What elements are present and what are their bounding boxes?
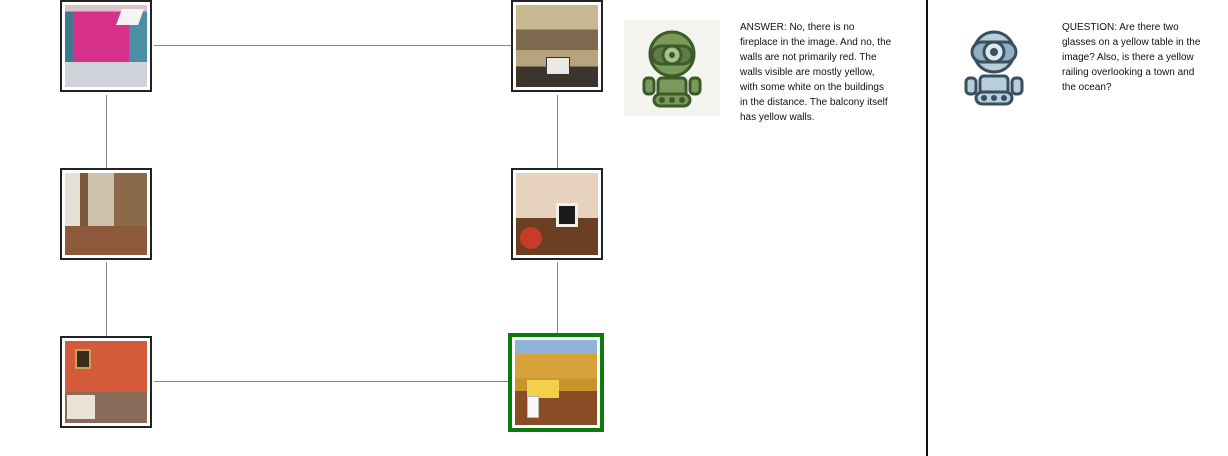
room-node-office[interactable] bbox=[511, 0, 603, 92]
room-thumbnail bbox=[516, 5, 598, 87]
graph-edge bbox=[106, 262, 107, 336]
robot-blue-icon bbox=[946, 20, 1042, 116]
panel-divider bbox=[926, 0, 928, 456]
room-thumbnail bbox=[516, 173, 598, 255]
graph-edge bbox=[106, 95, 107, 168]
navigation-graph bbox=[0, 0, 604, 456]
graph-edge bbox=[154, 381, 510, 382]
room-node-balcony-selected[interactable] bbox=[508, 333, 604, 432]
robot-green-icon bbox=[624, 20, 720, 116]
graph-edge bbox=[154, 45, 512, 46]
graph-edge bbox=[557, 262, 558, 334]
room-node-red-room[interactable] bbox=[60, 336, 152, 428]
room-node-porch[interactable] bbox=[60, 168, 152, 260]
answer-text: ANSWER: No, there is no fireplace in the… bbox=[740, 22, 892, 123]
room-node-pink-attic[interactable] bbox=[60, 0, 152, 92]
room-thumbnail bbox=[65, 173, 147, 255]
room-node-living-room[interactable] bbox=[511, 168, 603, 260]
graph-edge bbox=[557, 95, 558, 168]
question-text: QUESTION: Are there two glasses on a yel… bbox=[1062, 22, 1201, 93]
room-thumbnail bbox=[515, 340, 597, 425]
room-thumbnail bbox=[65, 5, 147, 87]
room-thumbnail bbox=[65, 341, 147, 423]
